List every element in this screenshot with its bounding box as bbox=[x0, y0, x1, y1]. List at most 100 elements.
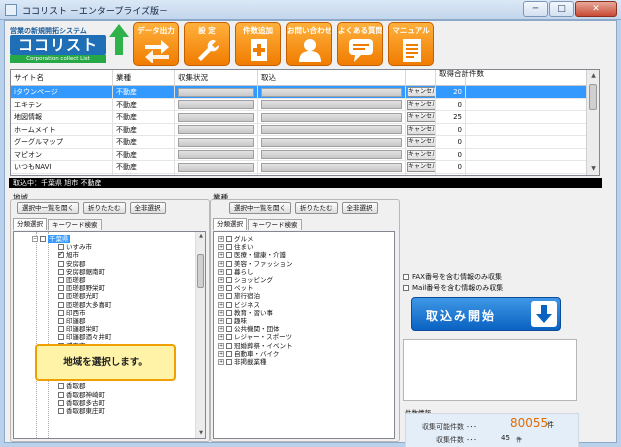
industry-item-checkbox[interactable] bbox=[226, 317, 232, 324]
maximize-button[interactable]: □ bbox=[549, 1, 574, 17]
cancel-button[interactable]: キャンセル bbox=[407, 162, 435, 172]
region-tree-item[interactable]: いすみ市 bbox=[14, 243, 205, 251]
cancel-button[interactable]: キャンセル bbox=[407, 137, 435, 147]
mail-option[interactable]: Mail番号を含む情報のみ収集 bbox=[403, 283, 503, 293]
region-tree-item[interactable]: 香取郡神崎町 bbox=[14, 391, 205, 399]
region-tree-item[interactable]: 匝瑳郡野栄町 bbox=[14, 284, 205, 292]
table-row[interactable]: ホームメイト 不動産 キャンセル 0 bbox=[11, 123, 599, 136]
region-tree-item[interactable]: 印旛郡 bbox=[14, 317, 205, 325]
cancel-button[interactable]: キャンセル bbox=[407, 124, 435, 135]
cancel-button[interactable]: キャンセル bbox=[407, 99, 435, 110]
region-item-checkbox[interactable] bbox=[58, 326, 64, 333]
expand-icon[interactable]: + bbox=[218, 285, 224, 292]
header-count[interactable]: 取得合計件数 bbox=[436, 70, 484, 85]
table-row[interactable]: iタウンページ 不動産 キャンセル 20 bbox=[11, 86, 599, 99]
industry-item-checkbox[interactable] bbox=[226, 277, 232, 284]
region-scroll-thumb[interactable] bbox=[197, 254, 204, 288]
region-tree-item[interactable]: 匝瑳郡光町 bbox=[14, 292, 205, 300]
region-item-checkbox[interactable] bbox=[58, 317, 64, 324]
industry-collapse-button[interactable]: 折りたたむ bbox=[295, 202, 338, 214]
add-count-button[interactable]: 件数追加 bbox=[235, 22, 281, 66]
cancel-button[interactable]: キャンセル bbox=[407, 87, 435, 97]
industry-tree-item[interactable]: + 自動車・バイク bbox=[214, 350, 394, 358]
table-scrollbar[interactable]: ▲ ▼ bbox=[586, 70, 599, 175]
region-tree-item[interactable]: 安房郡 bbox=[14, 260, 205, 268]
export-data-button[interactable]: データ出力 bbox=[133, 22, 179, 66]
industry-item-checkbox[interactable] bbox=[226, 260, 232, 267]
industry-clear-button[interactable]: 全非選択 bbox=[341, 202, 378, 214]
scroll-down-icon[interactable]: ▼ bbox=[587, 163, 599, 175]
region-tab-keyword[interactable]: キーワード検索 bbox=[48, 219, 102, 230]
region-root-checkbox[interactable] bbox=[40, 236, 46, 243]
manual-button[interactable]: マニュアル bbox=[388, 22, 434, 66]
region-item-checkbox[interactable] bbox=[58, 391, 64, 398]
contact-button[interactable]: お問い合わせ bbox=[286, 22, 332, 66]
industry-item-checkbox[interactable] bbox=[226, 334, 232, 341]
cancel-button[interactable]: キャンセル bbox=[407, 149, 435, 160]
table-scroll-thumb[interactable] bbox=[589, 84, 597, 110]
region-tree-item[interactable]: 香取郡 bbox=[14, 382, 205, 390]
industry-tree-item[interactable]: + グルメ bbox=[214, 235, 394, 243]
region-tree-item[interactable]: 匝瑳郡 bbox=[14, 276, 205, 284]
start-import-button[interactable]: 取込み開始 bbox=[411, 297, 561, 331]
industry-item-checkbox[interactable] bbox=[226, 309, 232, 316]
header-collecting[interactable]: 取込 bbox=[258, 70, 406, 85]
scroll-up-icon[interactable]: ▲ bbox=[196, 232, 205, 241]
industry-item-checkbox[interactable] bbox=[226, 285, 232, 292]
table-row[interactable]: マピオン 不動産 キャンセル 0 bbox=[11, 148, 599, 161]
expand-icon[interactable]: + bbox=[218, 301, 224, 308]
industry-tree-item[interactable]: + 公共機関・団体 bbox=[214, 325, 394, 333]
industry-tree-item[interactable]: + レジャー・スポーツ bbox=[214, 333, 394, 341]
header-status[interactable]: 収集状況 bbox=[175, 70, 258, 85]
expand-icon[interactable]: + bbox=[218, 342, 224, 349]
industry-tree-item[interactable]: + 非掲載業種 bbox=[214, 358, 394, 366]
mail-checkbox[interactable] bbox=[403, 285, 409, 291]
expand-icon[interactable]: + bbox=[218, 317, 224, 324]
region-item-checkbox[interactable] bbox=[58, 399, 64, 406]
industry-item-checkbox[interactable] bbox=[226, 293, 232, 300]
industry-tree-item[interactable]: + ショッピング bbox=[214, 276, 394, 284]
industry-tree-item[interactable]: + 冠婚葬祭・イベント bbox=[214, 341, 394, 350]
region-scrollbar[interactable]: ▲ ▼ bbox=[195, 232, 205, 438]
header-industry[interactable]: 業種 bbox=[113, 70, 175, 85]
region-item-checkbox[interactable] bbox=[58, 309, 64, 316]
region-tree-item[interactable]: 香取郡東庄町 bbox=[14, 407, 205, 415]
table-row[interactable]: ぐるなび不動産キャンセル0 bbox=[11, 173, 599, 175]
region-item-checkbox[interactable] bbox=[58, 260, 64, 267]
table-row[interactable]: 地図情報 不動産 キャンセル 25 bbox=[11, 111, 599, 124]
expand-icon[interactable]: + bbox=[218, 350, 224, 357]
industry-tree-item[interactable]: + 医療・健康・介護 bbox=[214, 251, 394, 259]
industry-tree-item[interactable]: + 美容・ファッション bbox=[214, 260, 394, 268]
expand-icon[interactable]: + bbox=[218, 236, 224, 243]
industry-tree-item[interactable]: + ビジネス bbox=[214, 301, 394, 309]
region-item-checkbox[interactable] bbox=[58, 244, 64, 251]
region-open-selected-button[interactable]: 選択中一覧を開く bbox=[17, 202, 79, 214]
expand-icon[interactable]: + bbox=[218, 326, 224, 333]
settings-button[interactable]: 設 定 bbox=[184, 22, 230, 66]
industry-item-checkbox[interactable] bbox=[226, 326, 232, 333]
table-row[interactable]: グーグルマップ 不動産 キャンセル 0 bbox=[11, 136, 599, 149]
industry-tree-item[interactable]: + 趣味 bbox=[214, 317, 394, 325]
collapse-icon[interactable]: − bbox=[32, 236, 38, 243]
cancel-button[interactable]: キャンセル bbox=[407, 112, 435, 122]
industry-item-checkbox[interactable] bbox=[226, 358, 232, 365]
region-item-checkbox[interactable] bbox=[58, 285, 64, 292]
expand-icon[interactable]: + bbox=[218, 334, 224, 341]
region-item-checkbox[interactable] bbox=[58, 408, 64, 415]
fax-option[interactable]: FAX番号を含む情報のみ収集 bbox=[403, 272, 502, 282]
industry-tab-category[interactable]: 分類選択 bbox=[213, 218, 247, 230]
cancel-button[interactable]: キャンセル bbox=[407, 174, 435, 175]
industry-item-checkbox[interactable] bbox=[226, 350, 232, 357]
region-tree-item[interactable]: 匝瑳郡大多喜町 bbox=[14, 301, 205, 309]
region-collapse-button[interactable]: 折りたたむ bbox=[83, 202, 126, 214]
industry-tree-item[interactable]: + 教育・習い事 bbox=[214, 309, 394, 317]
minimize-button[interactable]: ─ bbox=[523, 1, 548, 17]
table-row[interactable]: エキテン 不動産 キャンセル 0 bbox=[11, 98, 599, 111]
region-tree-item[interactable]: 安房郡鋸南町 bbox=[14, 268, 205, 276]
expand-icon[interactable]: + bbox=[218, 358, 224, 365]
region-item-checkbox[interactable] bbox=[58, 334, 64, 341]
scroll-up-icon[interactable]: ▲ bbox=[587, 70, 599, 82]
industry-tree-item[interactable]: + 暮らし bbox=[214, 268, 394, 276]
industry-tree-item[interactable]: + 旅行宿泊 bbox=[214, 292, 394, 300]
region-item-checkbox[interactable] bbox=[58, 277, 64, 284]
